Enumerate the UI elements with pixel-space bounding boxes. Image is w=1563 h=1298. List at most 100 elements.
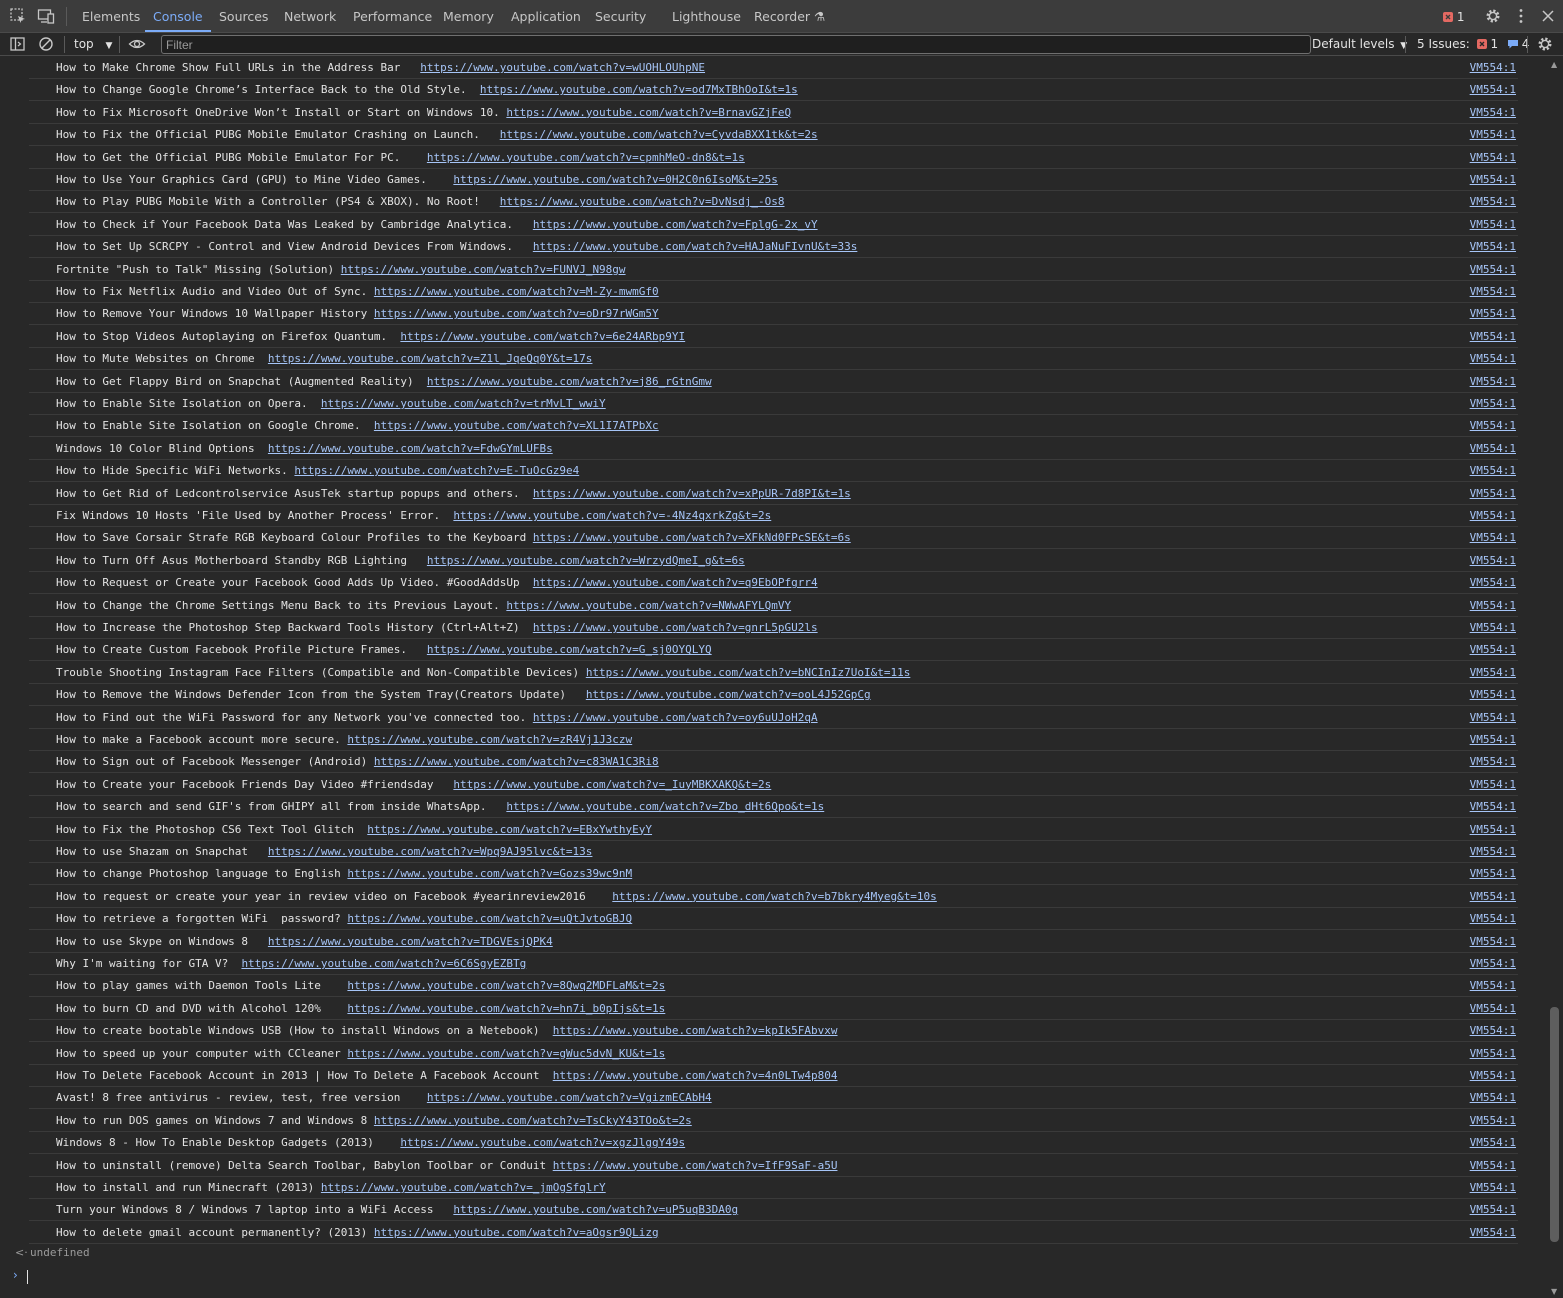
video-url-link[interactable]: https://www.youtube.com/watch?v=XL1I7ATP… [374,419,659,432]
video-url-link[interactable]: https://www.youtube.com/watch?v=kpIk5FAb… [553,1024,838,1037]
video-url-link[interactable]: https://www.youtube.com/watch?v=6e24ARbp… [400,330,685,343]
source-location-link[interactable]: VM554:1 [1470,415,1516,436]
source-location-link[interactable]: VM554:1 [1470,639,1516,660]
source-location-link[interactable]: VM554:1 [1470,169,1516,190]
video-url-link[interactable]: https://www.youtube.com/watch?v=G_sj0OYQ… [427,643,712,656]
source-location-link[interactable]: VM554:1 [1470,348,1516,369]
source-location-link[interactable]: VM554:1 [1470,438,1516,459]
tab-elements[interactable]: Elements [82,0,140,32]
source-location-link[interactable]: VM554:1 [1470,729,1516,750]
source-location-link[interactable]: VM554:1 [1470,259,1516,280]
tab-application[interactable]: Application [511,0,581,32]
source-location-link[interactable]: VM554:1 [1470,371,1516,392]
video-url-link[interactable]: https://www.youtube.com/watch?v=aOgsr9QL… [374,1226,659,1239]
tab-network[interactable]: Network [284,0,336,32]
video-url-link[interactable]: https://www.youtube.com/watch?v=uQtJvtoG… [347,912,632,925]
video-url-link[interactable]: https://www.youtube.com/watch?v=c83WA1C3… [374,755,659,768]
source-location-link[interactable]: VM554:1 [1470,841,1516,862]
sidebar-toggle-icon[interactable] [9,35,27,53]
clear-console-icon[interactable] [37,35,55,53]
source-location-link[interactable]: VM554:1 [1470,595,1516,616]
source-location-link[interactable]: VM554:1 [1470,617,1516,638]
source-location-link[interactable]: VM554:1 [1470,953,1516,974]
video-url-link[interactable]: https://www.youtube.com/watch?v=od7MxTBh… [480,83,798,96]
video-url-link[interactable]: https://www.youtube.com/watch?v=Gozs39wc… [347,867,632,880]
video-url-link[interactable]: https://www.youtube.com/watch?v=b7bkry4M… [612,890,937,903]
video-url-link[interactable]: https://www.youtube.com/watch?v=oy6uUJoH… [533,711,818,724]
error-count-badge[interactable]: 1 [1443,10,1464,24]
video-url-link[interactable]: https://www.youtube.com/watch?v=CyvdaBXX… [500,128,818,141]
video-url-link[interactable]: https://www.youtube.com/watch?v=Zbo_dHt6… [506,800,824,813]
video-url-link[interactable]: https://www.youtube.com/watch?v=TsCkyY43… [374,1114,692,1127]
video-url-link[interactable]: https://www.youtube.com/watch?v=xgzJlggY… [400,1136,685,1149]
source-location-link[interactable]: VM554:1 [1470,393,1516,414]
source-location-link[interactable]: VM554:1 [1470,191,1516,212]
tab-lighthouse[interactable]: Lighthouse [672,0,741,32]
video-url-link[interactable]: https://www.youtube.com/watch?v=Z1l_JqeQ… [268,352,593,365]
source-location-link[interactable]: VM554:1 [1470,102,1516,123]
source-location-link[interactable]: VM554:1 [1470,751,1516,772]
source-location-link[interactable]: VM554:1 [1470,1087,1516,1108]
video-url-link[interactable]: https://www.youtube.com/watch?v=_jmOgSfq… [321,1181,606,1194]
console-settings-gear-icon[interactable] [1536,35,1554,53]
video-url-link[interactable]: https://www.youtube.com/watch?v=M-Zy-mwm… [374,285,659,298]
video-url-link[interactable]: https://www.youtube.com/watch?v=bNCInIz7… [586,666,911,679]
video-url-link[interactable]: https://www.youtube.com/watch?v=wUOHLOUh… [420,61,705,74]
video-url-link[interactable]: https://www.youtube.com/watch?v=j86_rGtn… [427,375,712,388]
video-url-link[interactable]: https://www.youtube.com/watch?v=XFkNd0FP… [533,531,851,544]
device-toolbar-icon[interactable] [37,7,55,25]
video-url-link[interactable]: https://www.youtube.com/watch?v=_IuyMBKX… [453,778,771,791]
source-location-link[interactable]: VM554:1 [1470,572,1516,593]
source-location-link[interactable]: VM554:1 [1470,1155,1516,1176]
scroll-up-arrow-icon[interactable]: ▲ [1551,60,1557,69]
video-url-link[interactable]: https://www.youtube.com/watch?v=oDr97rWG… [374,307,659,320]
tab-security[interactable]: Security [595,0,646,32]
video-url-link[interactable]: https://www.youtube.com/watch?v=6C6SgyEZ… [241,957,526,970]
video-url-link[interactable]: https://www.youtube.com/watch?v=gWuc5dvN… [347,1047,665,1060]
source-location-link[interactable]: VM554:1 [1470,57,1516,78]
tab-sources[interactable]: Sources [219,0,268,32]
console-scrollbar[interactable]: ▲ ▼ [1547,57,1563,1298]
video-url-link[interactable]: https://www.youtube.com/watch?v=xPpUR-7d… [533,487,851,500]
video-url-link[interactable]: https://www.youtube.com/watch?v=cpmhMeO-… [427,151,745,164]
video-url-link[interactable]: https://www.youtube.com/watch?v=NWwAFYLQ… [506,599,791,612]
source-location-link[interactable]: VM554:1 [1470,908,1516,929]
source-location-link[interactable]: VM554:1 [1470,1132,1516,1153]
source-location-link[interactable]: VM554:1 [1470,684,1516,705]
video-url-link[interactable]: https://www.youtube.com/watch?v=-4Nz4qxr… [453,509,771,522]
video-url-link[interactable]: https://www.youtube.com/watch?v=WrzydQme… [427,554,745,567]
scroll-down-arrow-icon[interactable]: ▼ [1551,1287,1557,1296]
video-url-link[interactable]: https://www.youtube.com/watch?v=ooL4J52G… [586,688,871,701]
video-url-link[interactable]: https://www.youtube.com/watch?v=FplgG-2x… [533,218,818,231]
source-location-link[interactable]: VM554:1 [1470,998,1516,1019]
source-location-link[interactable]: VM554:1 [1470,931,1516,952]
video-url-link[interactable]: https://www.youtube.com/watch?v=trMvLT_w… [321,397,606,410]
source-location-link[interactable]: VM554:1 [1470,1043,1516,1064]
video-url-link[interactable]: https://www.youtube.com/watch?v=E-TuOcGz… [294,464,579,477]
source-location-link[interactable]: VM554:1 [1470,1065,1516,1086]
inspect-element-icon[interactable] [9,7,27,25]
video-url-link[interactable]: https://www.youtube.com/watch?v=0H2C0n6I… [453,173,778,186]
issues-button[interactable]: 5 Issues: 1 4 [1417,33,1529,55]
source-location-link[interactable]: VM554:1 [1470,214,1516,235]
source-location-link[interactable]: VM554:1 [1470,460,1516,481]
source-location-link[interactable]: VM554:1 [1470,550,1516,571]
video-url-link[interactable]: https://www.youtube.com/watch?v=VgizmECA… [427,1091,712,1104]
close-devtools-icon[interactable] [1539,7,1557,25]
filter-input[interactable] [161,35,1311,54]
video-url-link[interactable]: https://www.youtube.com/watch?v=hn7i_b0p… [347,1002,665,1015]
source-location-link[interactable]: VM554:1 [1470,79,1516,100]
context-selector[interactable]: top ▼ [74,33,112,55]
video-url-link[interactable]: https://www.youtube.com/watch?v=HAJaNuFI… [533,240,858,253]
source-location-link[interactable]: VM554:1 [1470,124,1516,145]
source-location-link[interactable]: VM554:1 [1470,1199,1516,1220]
video-url-link[interactable]: https://www.youtube.com/watch?v=8Qwq2MDF… [347,979,665,992]
log-levels-dropdown[interactable]: Default levels ▼ [1312,33,1407,55]
source-location-link[interactable]: VM554:1 [1470,886,1516,907]
source-location-link[interactable]: VM554:1 [1470,281,1516,302]
video-url-link[interactable]: https://www.youtube.com/watch?v=zR4Vj1J3… [347,733,632,746]
video-url-link[interactable]: https://www.youtube.com/watch?v=4n0LTw4p… [553,1069,838,1082]
source-location-link[interactable]: VM554:1 [1470,527,1516,548]
source-location-link[interactable]: VM554:1 [1470,505,1516,526]
settings-gear-icon[interactable] [1484,7,1502,25]
